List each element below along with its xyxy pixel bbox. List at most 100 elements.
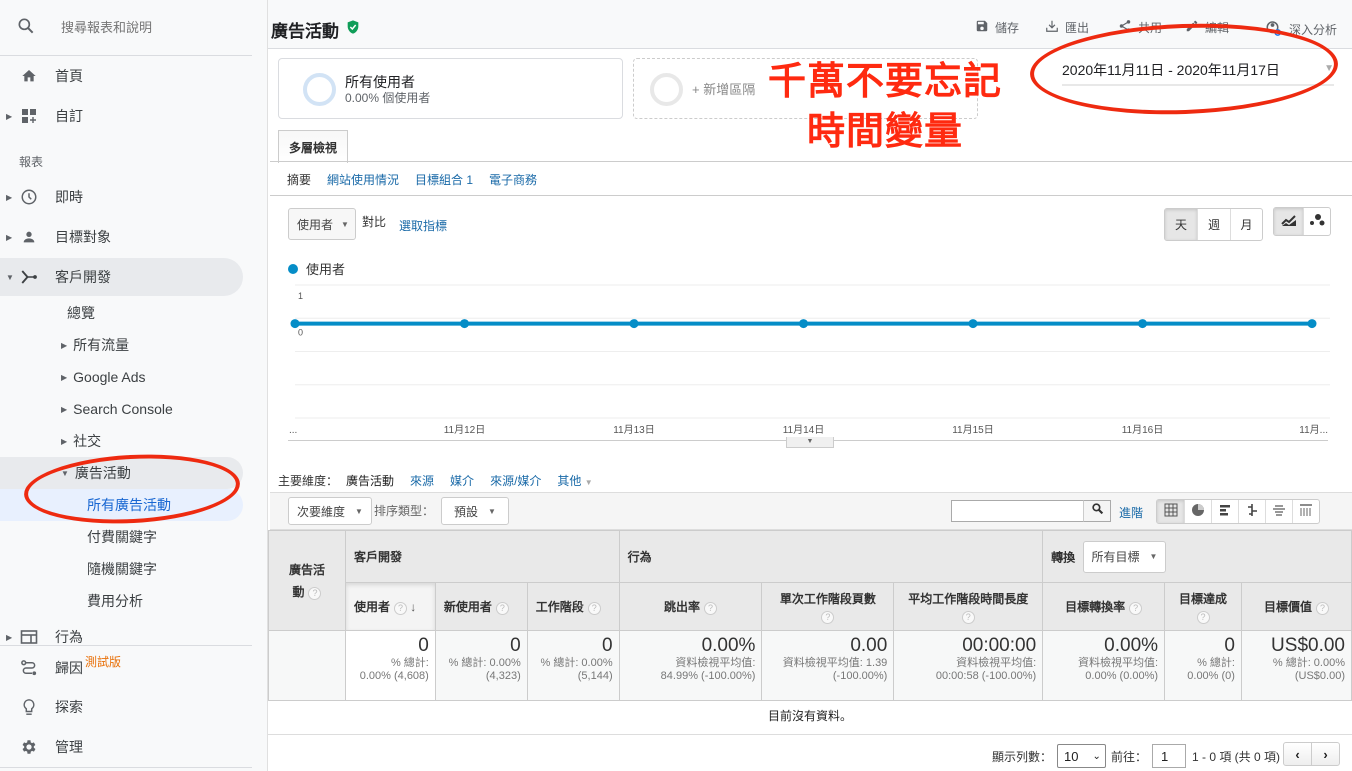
column-header[interactable]: 目標達成? — [1164, 582, 1242, 631]
insights-button[interactable]: 深入分析 — [1265, 19, 1337, 40]
sidebar-item-search-console[interactable]: ▶ Search Console — [61, 393, 173, 425]
help-icon[interactable]: ? — [1196, 610, 1210, 624]
column-header[interactable]: 平均工作階段時間長度? — [893, 582, 1044, 631]
expand-arrow-icon: ▶ — [61, 340, 68, 350]
help-icon[interactable]: ? — [393, 602, 407, 615]
tab-explorer[interactable]: 多層檢視 — [278, 130, 348, 163]
term-cloud-button[interactable] — [1265, 500, 1292, 523]
dimension-source[interactable]: 來源 — [410, 472, 434, 489]
save-button[interactable]: 儲存 — [975, 19, 1019, 36]
help-icon[interactable]: ? — [1315, 602, 1329, 615]
help-icon[interactable]: ? — [587, 602, 601, 615]
primary-dimension-label: 主要維度： — [278, 474, 339, 488]
subtab-goal-set-1[interactable]: 目標組合 1 — [415, 171, 473, 188]
rows-per-page-select[interactable]: 10 ⌄ — [1057, 744, 1106, 768]
subtab-site-usage[interactable]: 網站使用情況 — [327, 171, 399, 188]
gear-icon — [20, 738, 38, 756]
performance-view-button[interactable] — [1211, 500, 1238, 523]
subtab-summary[interactable]: 摘要 — [287, 171, 311, 188]
granularity-day-button[interactable]: 天 — [1165, 209, 1197, 240]
select-metric-link[interactable]: 選取指標 — [399, 217, 447, 234]
help-icon[interactable]: ? — [704, 602, 718, 615]
dimension-campaign[interactable]: 廣告活動 — [346, 472, 394, 489]
x-tick-label: 11月13日 — [613, 424, 655, 436]
sort-type-select[interactable]: 預設 ▼ — [441, 497, 509, 525]
sidebar-item-all-campaigns[interactable]: 所有廣告活動 — [87, 489, 171, 521]
table-search-input[interactable] — [951, 500, 1084, 522]
insights-icon — [1265, 19, 1283, 40]
share-icon — [1118, 19, 1132, 36]
advanced-filter-link[interactable]: 進階 — [1119, 504, 1143, 521]
chart-resize-handle[interactable]: ▼ — [786, 437, 834, 448]
sidebar-item-organic-keywords[interactable]: 隨機關鍵字 — [87, 553, 157, 585]
column-header[interactable]: 新使用者? — [434, 582, 528, 631]
comparison-icon — [1245, 503, 1259, 520]
dimension-medium[interactable]: 媒介 — [450, 472, 474, 489]
totals-cell: 0.00 資料檢視平均值: 1.39 (-100.00%) — [761, 630, 895, 701]
line-chart-button[interactable] — [1274, 208, 1303, 235]
totals-cell: US$0.00% 總計: 0.00% (US$0.00) — [1240, 630, 1352, 701]
help-icon[interactable]: ? — [961, 610, 975, 624]
totals-cell: 0% 總計: 0.00% (4,608) — [344, 630, 436, 701]
totals-cell: 0% 總計: 0.00% (4,323) — [434, 630, 528, 701]
goto-label: 前往： — [1111, 750, 1148, 764]
expand-arrow-icon: ▶ — [61, 404, 68, 414]
sidebar-item-google-ads[interactable]: ▶ Google Ads — [61, 361, 146, 393]
sidebar-item-social[interactable]: ▶ 社交 — [61, 425, 101, 457]
report-header: 廣告活動 儲存 匯出 共用 編輯 深入分析 — [268, 0, 1352, 49]
column-header[interactable]: 單次工作階段頁數? — [761, 582, 895, 631]
sort-arrow-icon[interactable]: ↓ — [407, 600, 416, 614]
dimension-source-medium[interactable]: 來源/媒介 — [490, 472, 541, 489]
y-tick-label: 0 — [298, 328, 303, 338]
secondary-dimension-select[interactable]: 次要維度 ▼ — [288, 497, 372, 525]
next-page-button[interactable]: › — [1312, 743, 1339, 765]
pivot-view-button[interactable] — [1292, 500, 1319, 523]
column-header[interactable]: 目標轉換率? — [1042, 582, 1166, 631]
help-icon[interactable]: ? — [1129, 602, 1143, 615]
granularity-month-button[interactable]: 月 — [1230, 209, 1262, 240]
help-icon[interactable]: ? — [821, 610, 835, 624]
subtab-ecommerce[interactable]: 電子商務 — [489, 171, 537, 188]
sidebar-item-all-traffic[interactable]: ▶ 所有流量 — [61, 329, 129, 361]
sidebar-search[interactable]: 搜尋報表和說明 — [0, 0, 252, 56]
segment-all-users[interactable]: 所有使用者 0.00% 個使用者 — [278, 58, 623, 119]
chevron-down-icon: ⌄ — [1092, 750, 1101, 762]
export-button[interactable]: 匯出 — [1045, 19, 1089, 36]
percentage-view-button[interactable] — [1184, 500, 1211, 523]
x-tick-label: ... — [289, 425, 297, 436]
table-search-button[interactable] — [1083, 500, 1111, 522]
column-header[interactable]: 目標價值? — [1240, 582, 1352, 631]
pencil-icon — [1185, 19, 1199, 36]
share-button[interactable]: 共用 — [1118, 19, 1162, 36]
goal-select[interactable]: 所有目標 ▼ — [1082, 540, 1167, 573]
sidebar-item-cost-analysis[interactable]: 費用分析 — [87, 585, 143, 617]
date-range-picker[interactable]: 2020年11月11日 - 2020年11月17日 ▼ — [1062, 60, 1334, 86]
granularity-week-button[interactable]: 週 — [1197, 209, 1230, 240]
help-icon[interactable]: ? — [495, 602, 509, 615]
sidebar-item-overview[interactable]: 總覽 — [67, 297, 95, 329]
dimension-column-header[interactable]: 廣告活動? — [268, 530, 346, 631]
x-tick-label: 11月14日 — [783, 424, 825, 436]
motion-chart-button[interactable] — [1303, 208, 1330, 235]
column-header[interactable]: 工作階段? — [526, 582, 620, 631]
data-view-button[interactable] — [1157, 500, 1184, 523]
bar-list-icon — [1218, 503, 1232, 520]
help-icon[interactable]: ? — [308, 586, 322, 600]
sidebar-item-campaigns[interactable]: ▼ 廣告活動 — [61, 457, 131, 489]
edit-button[interactable]: 編輯 — [1185, 19, 1229, 36]
chevron-down-icon: ▼ — [341, 219, 349, 229]
segment-ring-icon — [303, 73, 336, 106]
segment-ring-icon — [650, 73, 683, 106]
metric-select[interactable]: 使用者 ▼ — [288, 208, 356, 240]
comparison-view-button[interactable] — [1238, 500, 1265, 523]
acquisition-icon — [20, 268, 38, 286]
goto-page-input[interactable]: 1 — [1152, 744, 1186, 768]
column-header[interactable]: 使用者? ↓ — [344, 582, 436, 631]
sidebar-item-paid-keywords[interactable]: 付費關鍵字 — [87, 521, 157, 553]
dimension-other[interactable]: 其他 ▼ — [557, 472, 592, 489]
prev-page-button[interactable]: ‹ — [1284, 743, 1312, 765]
column-header[interactable]: 跳出率? — [618, 582, 763, 631]
x-tick-label: 11月12日 — [444, 424, 486, 436]
rows-label: 顯示列數： — [992, 750, 1053, 764]
totals-cell: 0% 總計: 0.00% (0) — [1164, 630, 1242, 701]
